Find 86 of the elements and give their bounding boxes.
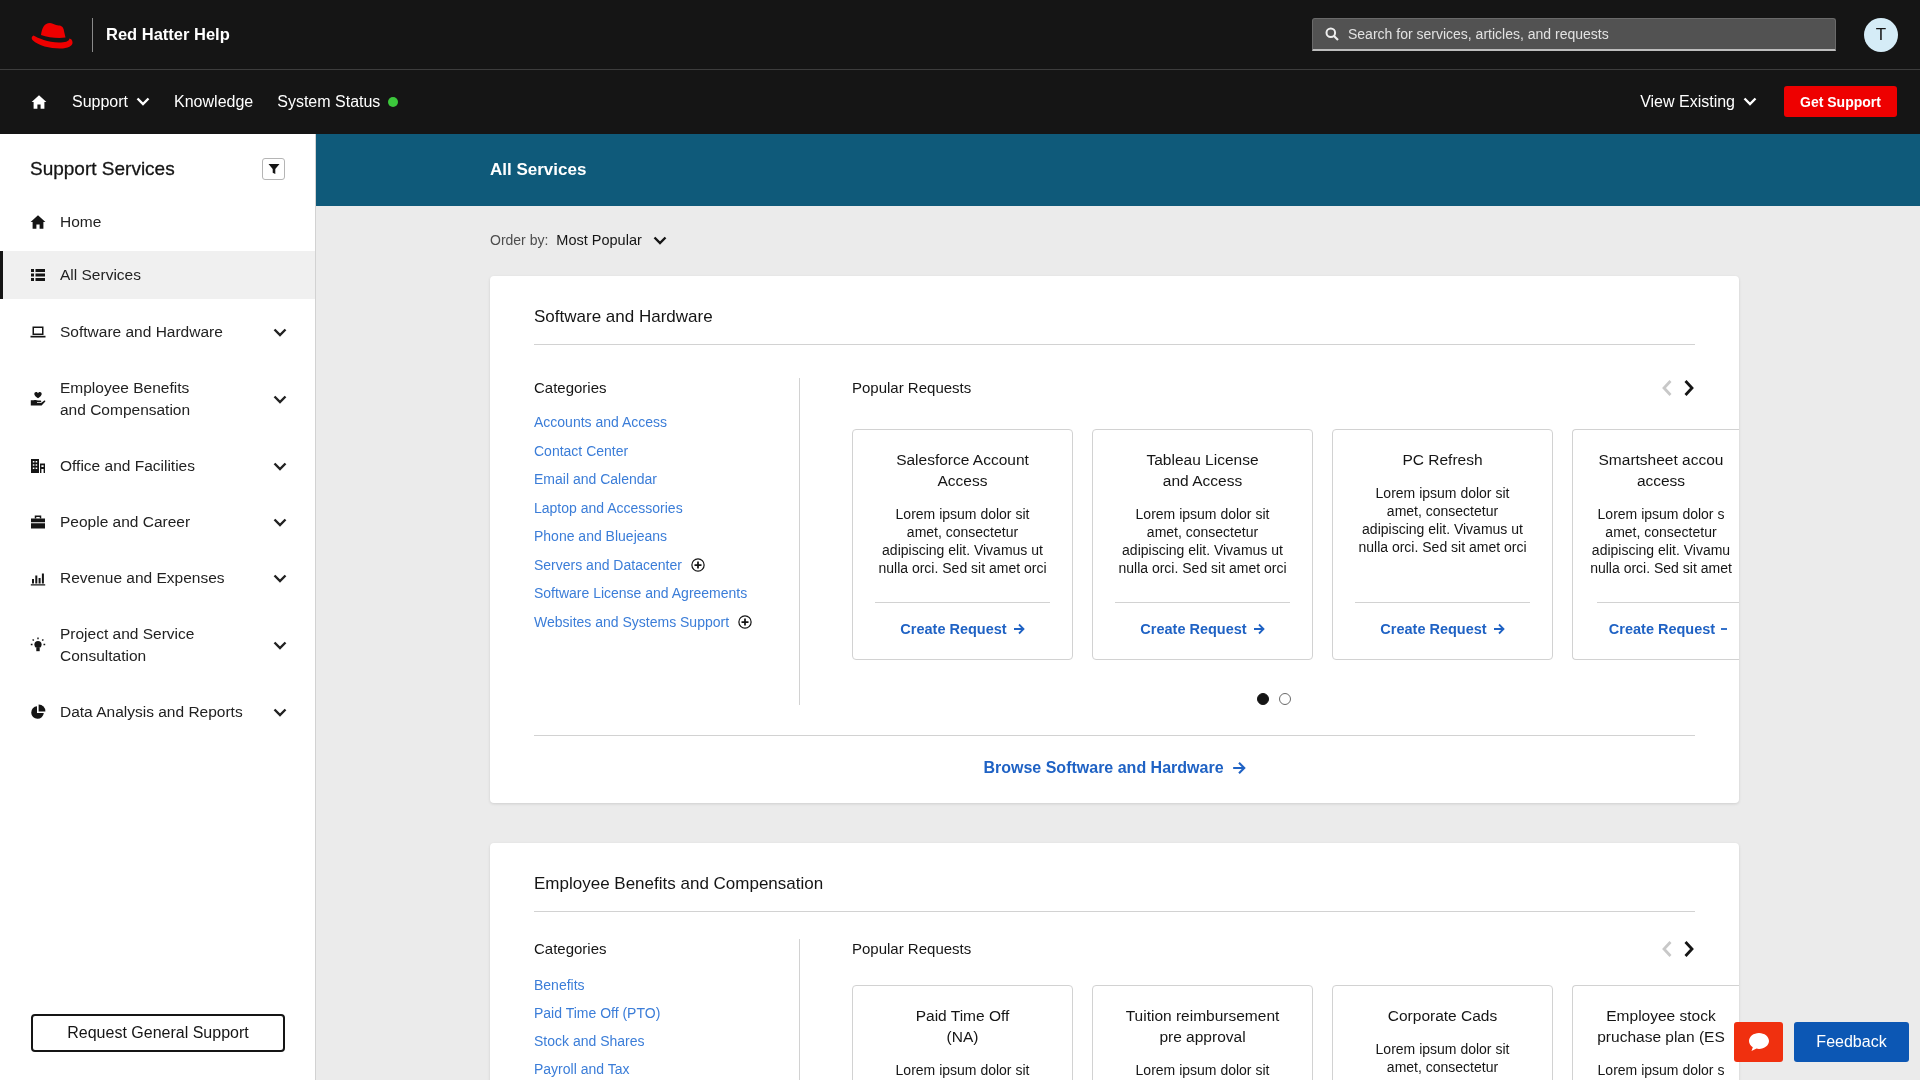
user-avatar[interactable]: T <box>1864 17 1898 52</box>
chevron-right-icon[interactable] <box>1683 940 1695 958</box>
request-title: Smartsheet accou access <box>1597 450 1725 491</box>
request-description: Lorem ipsum dolor sit amet, consectetur adipiscing elit. Vivamus ut nulla orci. Sed sit amet orci <box>1357 484 1528 556</box>
column-heading: Categories <box>534 378 608 398</box>
category-link[interactable]: Phone and Bluejeans <box>534 528 668 545</box>
column-heading: Categories <box>534 939 608 959</box>
sidebar-item[interactable]: Employee Benefits and Compensation <box>0 360 315 438</box>
arrow-right-icon <box>1252 623 1265 635</box>
request-description: Lorem ipsum dolor sit amet, consectetur <box>1374 1040 1511 1076</box>
page-title: All Services <box>490 160 587 180</box>
lightbulb-icon <box>30 637 46 653</box>
hand-heart-icon <box>30 391 46 407</box>
request-description: Lorem ipsum dolor sit amet, consectetur adipiscing elit. Vivamus ut nulla orci. Sed sit amet orci <box>1117 505 1288 577</box>
browse-link[interactable]: Browse Software and Hardware <box>983 758 1246 778</box>
create-request-link[interactable]: Create Request <box>1380 619 1505 639</box>
plus-circle-icon[interactable] <box>738 614 753 629</box>
chevron-right-icon[interactable] <box>1683 379 1695 397</box>
column-heading: Popular Requests <box>852 939 972 959</box>
page-dot-icon[interactable] <box>1256 693 1269 705</box>
filter-icon <box>267 163 280 175</box>
nav-dropdown[interactable]: View Existing <box>1640 91 1757 112</box>
section-title: Software and Hardware <box>534 306 1695 345</box>
building-icon <box>30 458 46 474</box>
sort-dropdown[interactable]: Most Popular <box>556 232 667 248</box>
pie-chart-icon <box>30 704 46 720</box>
create-request-link[interactable]: Create Request <box>1140 619 1265 639</box>
category-link[interactable]: Payroll and Tax <box>534 1061 630 1077</box>
category-link[interactable]: Stock and Shares <box>534 1033 645 1049</box>
request-description: Lorem ipsum dolor s amet, consectetur adipiscing elit. Vivamu nulla orci. Sed sit amet <box>1589 505 1733 577</box>
category-link[interactable]: Software License and Agreements <box>534 585 748 602</box>
laptop-icon <box>30 324 46 340</box>
category-link[interactable]: Accounts and Access <box>534 414 668 431</box>
search-field[interactable]: Search for services, articles, and requests <box>1312 18 1836 51</box>
column-heading: Popular Requests <box>852 378 972 398</box>
request-title: Tuition reimbursement pre approval <box>1124 1006 1281 1047</box>
arrow-right-icon <box>1231 761 1246 775</box>
arrow-right-icon <box>1012 623 1025 635</box>
brand-title: Red Hatter Help <box>106 25 230 44</box>
category-link[interactable]: Paid Time Off (PTO) <box>534 1005 661 1021</box>
sidebar-item[interactable]: People and Career <box>0 494 315 550</box>
request-title: Corporate Cads <box>1386 1006 1499 1026</box>
plus-circle-icon[interactable] <box>690 557 705 572</box>
category-link[interactable]: Servers and Datacenter <box>534 556 682 573</box>
category-link[interactable]: Websites and Systems Support <box>534 613 730 630</box>
request-title: Salesforce Account Access <box>895 450 1030 491</box>
request-description: Lorem ipsum dolor sit amet, consectetur adipiscing elit. Vivamus ut nulla orci. Sed sit amet orci <box>877 505 1048 577</box>
get-support-button[interactable]: Get Support <box>1784 86 1897 117</box>
sidebar-item[interactable]: Data Analysis and Reports <box>0 684 315 740</box>
feedback-button[interactable]: Feedback <box>1794 1022 1909 1062</box>
request-description: Lorem ipsum dolor s <box>1596 1061 1726 1079</box>
chat-button[interactable] <box>1734 1022 1783 1062</box>
create-request-link[interactable]: Create Request <box>900 619 1025 639</box>
sidebar-item[interactable]: Office and Facilities <box>0 438 315 494</box>
list-icon <box>30 267 46 283</box>
request-description: Lorem ipsum dolor sit <box>894 1061 1031 1079</box>
request-title: Tableau License and Access <box>1145 450 1260 491</box>
sidebar-item[interactable]: Software and Hardware <box>0 304 315 360</box>
home-icon[interactable] <box>30 93 48 110</box>
home-icon <box>30 214 46 230</box>
page-dot-icon[interactable] <box>1278 693 1291 705</box>
sidebar-title: Support Services <box>30 157 175 181</box>
nav-link[interactable]: System Status <box>277 91 399 112</box>
speech-bubble-icon <box>1747 1032 1770 1052</box>
sidebar-item[interactable]: Revenue and Expenses <box>0 550 315 606</box>
order-by-label: Order by: <box>490 232 549 248</box>
request-description: Lorem ipsum dolor sit <box>1134 1061 1271 1079</box>
sidebar-item[interactable]: Home <box>0 198 315 246</box>
request-title: PC Refresh <box>1401 450 1484 470</box>
category-link[interactable]: Benefits <box>534 977 585 993</box>
category-link[interactable]: Contact Center <box>534 442 629 459</box>
request-title: Employee stock pruchase plan (ES <box>1596 1006 1726 1047</box>
nav-dropdown[interactable]: Support <box>72 91 151 112</box>
briefcase-icon <box>30 514 46 530</box>
nav-link[interactable]: Knowledge <box>174 91 254 112</box>
category-link[interactable]: Laptop and Accessories <box>534 499 683 516</box>
arrow-right-icon <box>1492 623 1505 635</box>
section-title: Employee Benefits and Compensation <box>534 873 1695 912</box>
sidebar-item[interactable]: Project and Service Consultation <box>0 606 315 684</box>
filter-button[interactable] <box>262 158 285 180</box>
category-link[interactable]: Email and Calendar <box>534 471 657 488</box>
search-icon <box>1325 27 1339 41</box>
request-support-button[interactable]: Request General Support <box>31 1014 285 1052</box>
request-title: Paid Time Off (NA) <box>914 1006 1011 1047</box>
sidebar-item[interactable]: All Services <box>0 251 315 299</box>
create-request-link[interactable]: Create Request <box>1608 619 1728 639</box>
